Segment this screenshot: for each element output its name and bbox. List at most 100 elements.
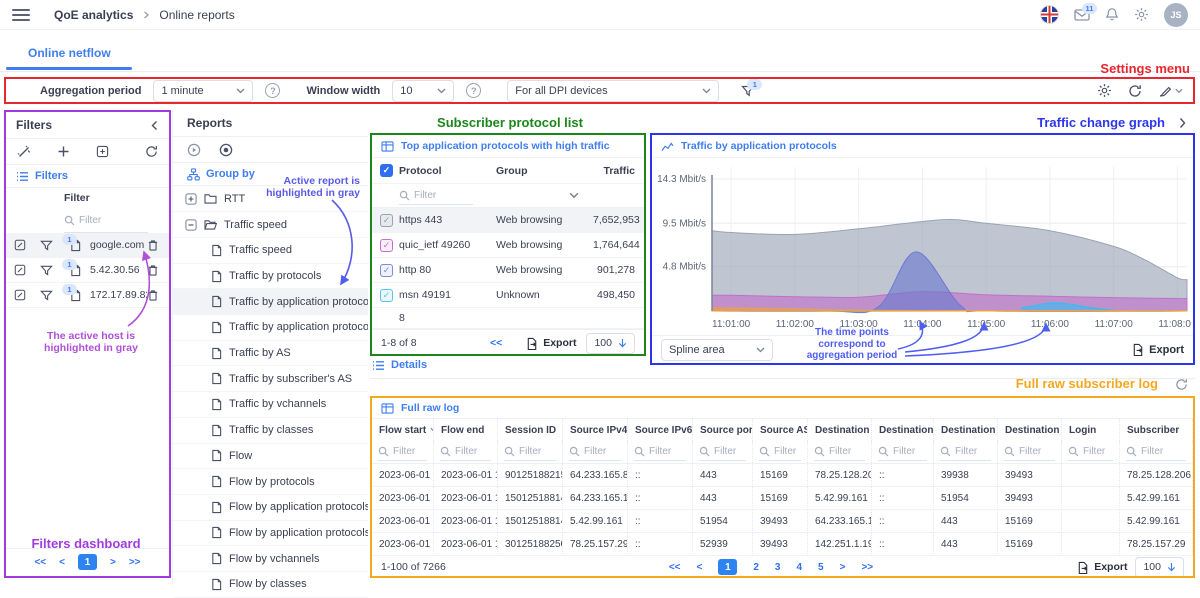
column-filter-input[interactable]: Filter	[569, 444, 621, 461]
filter-search-input[interactable]: Filter	[64, 208, 148, 233]
rawlog-column-header[interactable]: Source IPv6-	[628, 419, 693, 441]
rawlog-row[interactable]: 2023-06-01 112023-06-01 1130125188250478…	[372, 533, 1193, 556]
record-circle-icon[interactable]	[219, 143, 233, 157]
page-last-button[interactable]: >>	[129, 557, 141, 568]
report-tree-item[interactable]: Traffic by subscriber's AS	[173, 366, 368, 392]
filter-name[interactable]: 5.42.30.56	[86, 264, 147, 276]
rawlog-column-header[interactable]: Source IPv4-	[563, 419, 628, 441]
col-protocol[interactable]: Protocol	[399, 165, 496, 177]
page-prev-button[interactable]: <	[697, 562, 703, 573]
report-tree-item[interactable]: Traffic by AS	[173, 341, 368, 367]
rawlog-column-header[interactable]: Subscriber	[1120, 419, 1193, 441]
bell-icon[interactable]	[1105, 7, 1119, 22]
help-icon[interactable]: ?	[265, 83, 280, 98]
row-checkbox[interactable]: ✓	[380, 289, 393, 302]
group-filter-select[interactable]	[496, 192, 593, 199]
column-filter-input[interactable]: Filter	[634, 444, 686, 461]
protocol-row[interactable]: ✓https 443Web browsing7,652,953	[372, 208, 644, 233]
details-toggle[interactable]: Details	[372, 359, 427, 371]
filters-section-label[interactable]: Filters	[35, 170, 68, 182]
rawlog-row[interactable]: 2023-06-01 112023-06-01 1115012518814315…	[372, 510, 1193, 533]
help-icon[interactable]: ?	[466, 83, 481, 98]
select-all-checkbox[interactable]: ✓	[380, 164, 393, 177]
rawlog-column-header[interactable]: Source AS	[753, 419, 808, 441]
add-group-icon[interactable]	[96, 145, 109, 158]
report-tree-item[interactable]: Traffic by application protocols gr	[173, 315, 368, 341]
breadcrumb-root[interactable]: QoE analytics	[54, 8, 133, 22]
report-tree-item[interactable]: Traffic by classes	[173, 418, 368, 444]
delete-filter-icon[interactable]	[147, 264, 159, 277]
report-tree-item[interactable]: Flow	[173, 444, 368, 470]
report-tree-item[interactable]: Traffic by protocols	[173, 264, 368, 290]
page-first-button[interactable]: <<	[490, 337, 502, 349]
rawlog-column-header[interactable]: Login	[1062, 419, 1120, 441]
column-filter-input[interactable]: Filter	[504, 444, 556, 461]
rawlog-column-header[interactable]: Session ID	[498, 419, 563, 441]
protocol-row[interactable]: ✓http 80Web browsing901,278	[372, 258, 644, 283]
chart-type-select[interactable]: Spline area	[661, 339, 773, 361]
export-button[interactable]: Export	[526, 337, 576, 350]
collapse-icon[interactable]	[185, 219, 197, 231]
rawlog-column-header[interactable]: Flow start	[372, 419, 434, 441]
rawlog-column-header[interactable]: Flow end	[434, 419, 498, 441]
add-filter-icon[interactable]	[57, 145, 70, 158]
theme-brush-select[interactable]	[1158, 84, 1183, 98]
play-circle-icon[interactable]	[187, 143, 201, 157]
page-next-button[interactable]: >	[840, 562, 846, 573]
page-prev-button[interactable]: <	[59, 557, 65, 568]
tab-online-netflow[interactable]: Online netflow	[28, 46, 111, 60]
refresh-icon[interactable]	[1175, 378, 1188, 391]
row-checkbox[interactable]: ✓	[380, 239, 393, 252]
page-first-button[interactable]: <<	[669, 562, 681, 573]
col-group[interactable]: Group	[496, 165, 593, 177]
column-filter-input[interactable]: Filter	[759, 444, 801, 461]
page-size-select[interactable]: 100	[586, 333, 635, 354]
rawlog-column-header[interactable]: Destination	[934, 419, 998, 441]
filter-badge-icon[interactable]: 1	[40, 289, 70, 302]
delete-filter-icon[interactable]	[147, 239, 159, 252]
refresh-icon[interactable]	[1128, 84, 1142, 98]
rawlog-column-header[interactable]: Source port	[693, 419, 753, 441]
column-filter-input[interactable]: Filter	[440, 444, 491, 461]
page-next-button[interactable]: >	[110, 557, 116, 568]
filter-row[interactable]: 1google.com	[6, 233, 169, 258]
page-number-button[interactable]: 1	[78, 554, 97, 570]
rawlog-row[interactable]: 2023-06-01 112023-06-01 1115012518814316…	[372, 487, 1193, 510]
report-tree-item[interactable]: Traffic speed	[173, 238, 368, 264]
column-filter-input[interactable]: Filter	[699, 444, 746, 461]
col-traffic[interactable]: Traffic	[593, 165, 644, 177]
row-checkbox[interactable]: ✓	[380, 264, 393, 277]
window-width-select[interactable]: 10	[392, 80, 454, 102]
column-filter-input[interactable]: Filter	[940, 444, 991, 461]
column-filter-input[interactable]: Filter	[378, 444, 427, 461]
hamburger-menu-icon[interactable]	[12, 9, 30, 21]
page-number-button[interactable]: 5	[818, 562, 824, 573]
page-first-button[interactable]: <<	[34, 557, 46, 568]
report-tree-item[interactable]: Flow by application protocols grou	[173, 521, 368, 547]
column-filter-input[interactable]: Filter	[814, 444, 865, 461]
protocol-row[interactable]: ✓quic_ietf 49260Web browsing1,764,644	[372, 233, 644, 258]
page-number-button[interactable]: 1	[718, 559, 737, 575]
filter-row[interactable]: 1172.17.89.82	[6, 283, 169, 308]
page-number-button[interactable]: 3	[775, 562, 781, 573]
magic-wand-icon[interactable]	[17, 145, 31, 159]
edit-filter-icon[interactable]	[14, 289, 26, 301]
page-number-button[interactable]: 4	[796, 562, 802, 573]
protocol-row[interactable]: ✓msn 49191Unknown498,450	[372, 283, 644, 308]
rawlog-column-header[interactable]: Destination	[808, 419, 872, 441]
page-number-button[interactable]: 2	[753, 562, 759, 573]
filter-badge-icon[interactable]: 1	[40, 239, 70, 252]
column-filter-input[interactable]: Filter	[878, 444, 927, 461]
language-flag-icon[interactable]	[1040, 5, 1059, 24]
page-last-button[interactable]: >>	[861, 562, 873, 573]
report-tree-item[interactable]: Traffic by application protocols	[173, 289, 368, 315]
page-size-select[interactable]: 100	[1135, 557, 1184, 578]
filter-row[interactable]: 15.42.30.56	[6, 258, 169, 283]
device-filter-icon[interactable]: 1	[741, 84, 755, 98]
group-by-label[interactable]: Group by	[206, 168, 255, 180]
gear-icon[interactable]	[1097, 83, 1112, 98]
edit-filter-icon[interactable]	[14, 239, 26, 251]
report-tree-item[interactable]: Flow by vchannels	[173, 546, 368, 572]
expand-icon[interactable]	[185, 193, 197, 205]
column-filter-input[interactable]: Filter	[1004, 444, 1055, 461]
